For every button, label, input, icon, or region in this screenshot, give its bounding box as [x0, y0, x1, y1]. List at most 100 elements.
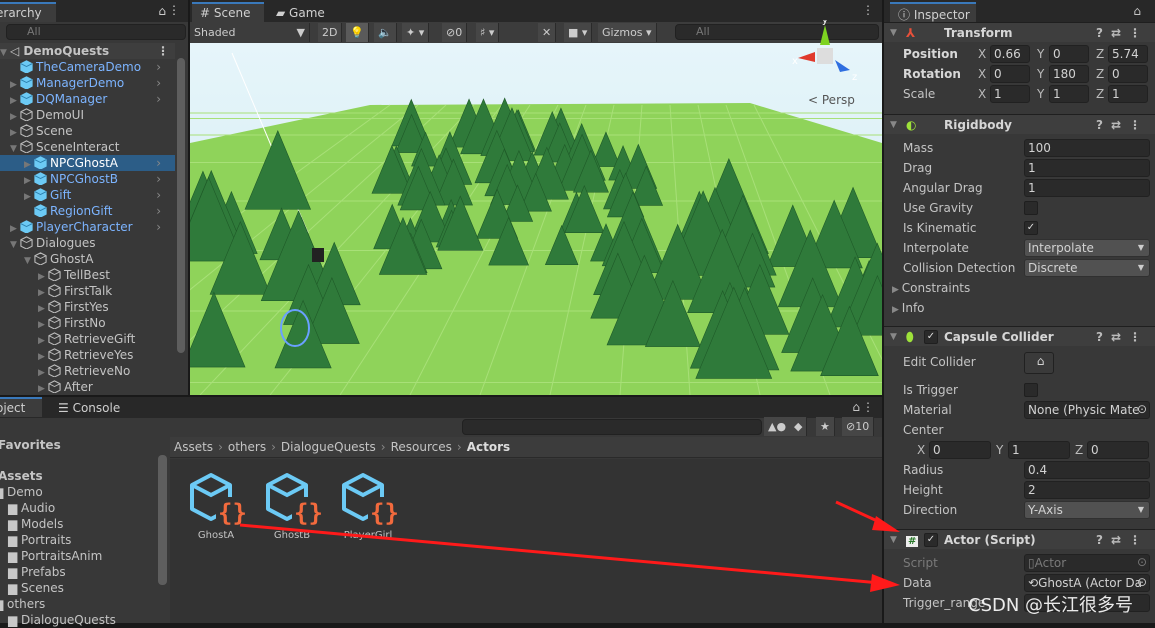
hierarchy-item[interactable]: ▶ TellBest	[0, 267, 175, 283]
lock-icon[interactable]: ⌂	[158, 4, 166, 18]
hierarchy-item[interactable]: ▶ Scene	[0, 123, 175, 139]
more-icon[interactable]: ⋮	[157, 43, 169, 59]
shading-dropdown[interactable]: Shaded ▼	[190, 23, 310, 42]
z-field[interactable]: 5.74	[1108, 45, 1148, 63]
presets-icon[interactable]: ⇄	[1111, 330, 1129, 344]
scene-viewport[interactable]	[190, 43, 882, 395]
hierarchy-item[interactable]: ▼ Dialogues	[0, 235, 175, 251]
grid-dropdown[interactable]: ♯ ▾	[476, 23, 500, 42]
project-folder[interactable]: ▆ PortraitsAnim	[8, 548, 102, 564]
radius-field[interactable]: 0.4	[1024, 461, 1150, 479]
y-field[interactable]: 1	[1008, 441, 1070, 459]
breadcrumb-item[interactable]: others	[228, 440, 266, 454]
hidden-packages-toggle[interactable]: ⊘10	[842, 417, 875, 436]
lock-icon[interactable]: ⌂	[852, 400, 860, 414]
interpolate-dropdown[interactable]: Interpolate	[1024, 239, 1150, 257]
tab-project[interactable]: oject	[0, 397, 42, 417]
transform-header[interactable]: ▼ ⅄ Transform ?⇄⋮	[884, 22, 1155, 42]
capsule-collider-header[interactable]: ▼ ⬮ ✓ Capsule Collider ?⇄⋮	[884, 326, 1155, 346]
foldout-arrow[interactable]: ▼	[890, 530, 897, 550]
more-icon[interactable]: ⋮	[862, 400, 874, 414]
hierarchy-item[interactable]: ▼ GhostA	[0, 251, 175, 267]
x-field[interactable]: 0	[990, 65, 1030, 83]
hierarchy-item[interactable]: ▶ FirstTalk	[0, 283, 175, 299]
tab-game[interactable]: ▰ Game	[268, 2, 333, 22]
filter-type-button[interactable]: ▲●	[764, 417, 792, 436]
actor-script-header[interactable]: ▼ # ✓ Actor (Script) ?⇄⋮	[884, 529, 1155, 549]
scene-root[interactable]: ▼ ◁ DemoQuests ⋮	[0, 43, 175, 59]
hierarchy-item[interactable]: ▼ SceneInteract	[0, 139, 175, 155]
favorite-button[interactable]: ★	[816, 417, 835, 436]
gizmos-dropdown[interactable]: Gizmos ▾	[598, 23, 657, 42]
object-picker-icon[interactable]: ⊙	[1137, 402, 1147, 416]
x-field[interactable]: 0.66	[990, 45, 1030, 63]
chevron-right-icon[interactable]: ›	[156, 219, 161, 235]
persp-label[interactable]: < Persp	[808, 93, 860, 107]
chevron-right-icon[interactable]: ›	[156, 155, 161, 171]
hierarchy-item[interactable]: ▶ PlayerCharacter ›	[0, 219, 175, 235]
x-field[interactable]: 0	[929, 441, 991, 459]
help-icon[interactable]: ?	[1096, 533, 1111, 547]
drag-field[interactable]: 1	[1024, 159, 1150, 177]
material-field[interactable]: None (Physic Mate	[1024, 401, 1150, 419]
hierarchy-item[interactable]: ▶ NPCGhostA ›	[0, 155, 175, 171]
data-field[interactable]: ⟲GhostA (Actor Da	[1024, 574, 1150, 592]
info-foldout[interactable]: ▶ Info	[892, 299, 925, 317]
y-field[interactable]: 0	[1049, 45, 1089, 63]
hierarchy-item[interactable]: ▶ RetrieveNo	[0, 363, 175, 379]
hierarchy-search-input[interactable]: All	[6, 24, 186, 40]
foldout-arrow[interactable]: ▼	[890, 327, 897, 347]
chevron-right-icon[interactable]: ›	[156, 203, 161, 219]
filter-label-button[interactable]: ◆	[790, 417, 808, 436]
object-picker-icon[interactable]: ⊙	[1137, 575, 1147, 589]
breadcrumb-item[interactable]: Actors	[467, 440, 510, 454]
project-folder[interactable]: ▆ Audio	[8, 500, 55, 516]
hierarchy-item[interactable]: ▶ RetrieveGift	[0, 331, 175, 347]
lighting-toggle[interactable]: 💡	[346, 23, 369, 42]
is-trigger-checkbox[interactable]	[1024, 383, 1038, 397]
z-field[interactable]: 0	[1087, 441, 1149, 459]
project-folder[interactable]: ▆ Prefabs	[8, 564, 66, 580]
help-icon[interactable]: ?	[1096, 26, 1111, 40]
hierarchy-item[interactable]: ▶ ManagerDemo ›	[0, 75, 175, 91]
hierarchy-item[interactable]: ▶ DQManager ›	[0, 91, 175, 107]
orientation-gizmo-icon[interactable]: x y z	[790, 15, 860, 90]
z-field[interactable]: 1	[1108, 85, 1148, 103]
hierarchy-item[interactable]: ▶ NPCGhostB ›	[0, 171, 175, 187]
presets-icon[interactable]: ⇄	[1111, 26, 1129, 40]
camera-dropdown[interactable]: ■ ▾	[564, 23, 593, 42]
hierarchy-item[interactable]: ▶ FirstNo	[0, 315, 175, 331]
more-icon[interactable]: ⋮	[1129, 330, 1149, 344]
audio-toggle[interactable]: 🔈	[374, 23, 397, 42]
project-folder[interactable]: ▆ Models	[8, 516, 63, 532]
capsule-collider-enabled-checkbox[interactable]: ✓	[924, 330, 938, 344]
project-search-input[interactable]	[462, 419, 762, 435]
project-folder[interactable]: ▆ Demo	[0, 484, 43, 500]
hierarchy-item[interactable]: TheCameraDemo ›	[0, 59, 175, 75]
edit-collider-button[interactable]: ⌂	[1024, 352, 1054, 374]
project-folder[interactable]: ▆ Portraits	[8, 532, 71, 548]
y-field[interactable]: 180	[1049, 65, 1089, 83]
use-gravity-checkbox[interactable]	[1024, 201, 1038, 215]
project-folder[interactable]: ▆ Scenes	[8, 580, 64, 596]
2d-toggle[interactable]: 2D	[318, 23, 343, 42]
hierarchy-item[interactable]: RegionGift ›	[0, 203, 175, 219]
chevron-right-icon[interactable]: ›	[156, 91, 161, 107]
constraints-foldout[interactable]: ▶ Constraints	[892, 279, 970, 297]
foldout-arrow[interactable]: ▼	[890, 115, 897, 135]
presets-icon[interactable]: ⇄	[1111, 533, 1129, 547]
tools-button[interactable]: ✕	[538, 23, 557, 42]
tab-inspector[interactable]: ⓘ Inspector	[890, 2, 976, 22]
project-folder[interactable]: ▆ DialogueQuests	[8, 612, 116, 628]
asset-item[interactable]: {} GhostA	[176, 471, 256, 541]
lock-icon[interactable]: ⌂	[1133, 4, 1141, 18]
breadcrumb-item[interactable]: DialogueQuests	[281, 440, 376, 454]
help-icon[interactable]: ?	[1096, 330, 1111, 344]
scene-gizmo[interactable]: x y z < Persp	[790, 15, 860, 120]
tab-hierarchy[interactable]: erarchy	[0, 2, 56, 22]
more-icon[interactable]: ⋮	[1129, 26, 1149, 40]
effects-dropdown[interactable]: ✦ ▾	[402, 23, 430, 42]
angular-drag-field[interactable]: 1	[1024, 179, 1150, 197]
more-icon[interactable]: ⋮	[168, 3, 180, 17]
asset-item[interactable]: {} GhostB	[252, 471, 332, 541]
